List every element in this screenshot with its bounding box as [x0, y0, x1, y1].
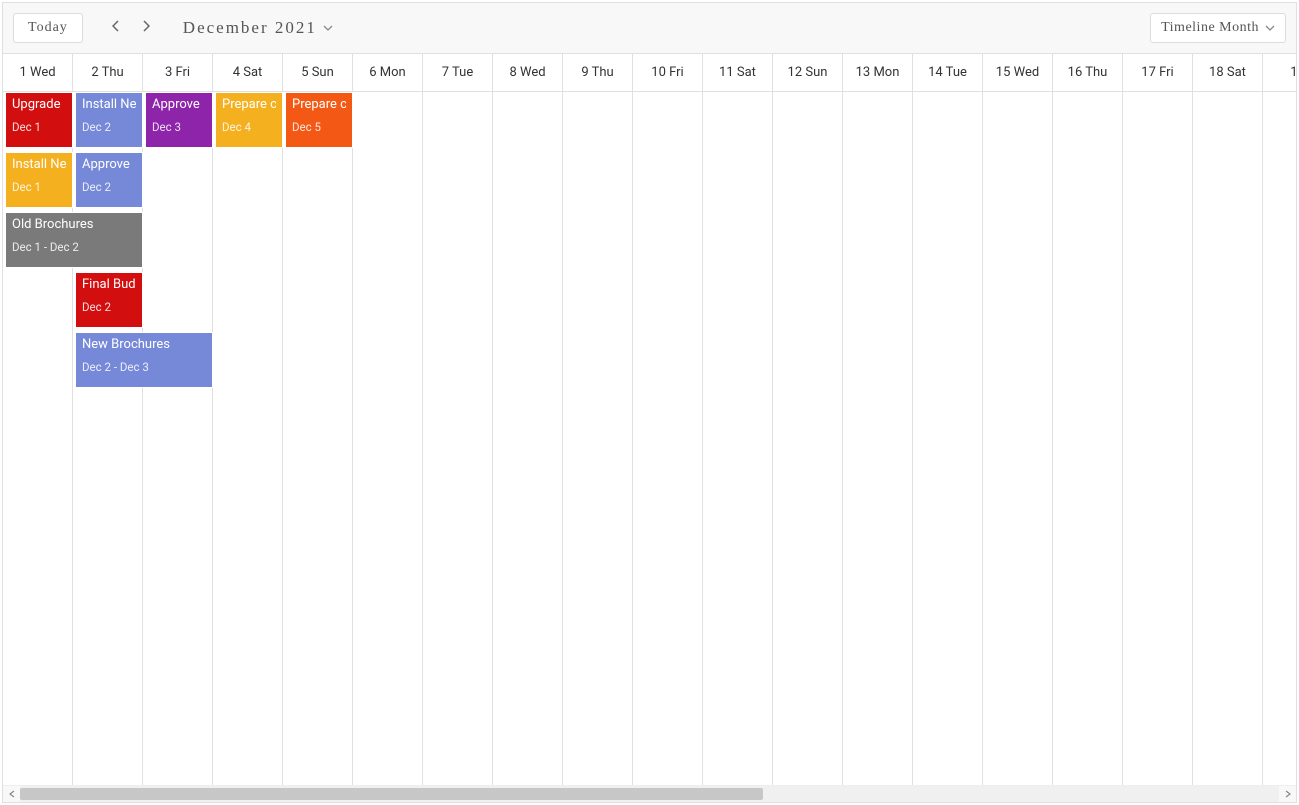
event[interactable]: Old Brochures Dec 1 - Dec 2	[5, 212, 143, 268]
event[interactable]: Install Ne Dec 1	[5, 152, 73, 208]
chevron-left-icon	[112, 20, 120, 36]
event-title: Install Ne	[82, 97, 136, 112]
events-layer: Upgrade Dec 1 Install Ne Dec 2 Approve Dec 3 P…	[3, 92, 1296, 785]
event-date: Dec 4	[222, 120, 276, 134]
column-header[interactable]: 6 Mon	[353, 54, 423, 91]
event-date: Dec 1	[12, 120, 66, 134]
scrollbar-thumb[interactable]	[20, 788, 763, 800]
column-header[interactable]: 7 Tue	[423, 54, 493, 91]
scroll-left-button[interactable]	[3, 786, 20, 803]
event-date: Dec 1	[12, 180, 66, 194]
event-title: Prepare c	[292, 97, 346, 112]
horizontal-scrollbar[interactable]	[3, 785, 1296, 802]
scrollbar-track[interactable]	[20, 786, 1279, 802]
date-header-label: December 2021	[183, 18, 317, 38]
column-header[interactable]: 5 Sun	[283, 54, 353, 91]
timeline-area: 1 Wed2 Thu3 Fri4 Sat5 Sun6 Mon7 Tue8 Wed…	[3, 54, 1296, 802]
chevron-down-icon	[323, 25, 333, 31]
event-date: Dec 2	[82, 120, 136, 134]
today-button[interactable]: Today	[13, 13, 83, 43]
event[interactable]: Install Ne Dec 2	[75, 92, 143, 148]
chevron-right-icon	[1285, 787, 1291, 802]
date-header[interactable]: December 2021	[183, 18, 333, 38]
prev-button[interactable]	[101, 13, 131, 43]
column-header[interactable]: 14 Tue	[913, 54, 983, 91]
column-header[interactable]: 4 Sat	[213, 54, 283, 91]
column-header[interactable]: 17 Fri	[1123, 54, 1193, 91]
chevron-down-icon	[1265, 25, 1275, 31]
column-header[interactable]: 3 Fri	[143, 54, 213, 91]
column-header[interactable]: 11 Sat	[703, 54, 773, 91]
column-header[interactable]: 18 Sat	[1193, 54, 1263, 91]
event[interactable]: Prepare c Dec 4	[215, 92, 283, 148]
column-header[interactable]: 8 Wed	[493, 54, 563, 91]
column-header[interactable]: 16 Thu	[1053, 54, 1123, 91]
chevron-right-icon	[142, 20, 150, 36]
view-switcher[interactable]: Timeline Month	[1150, 13, 1286, 43]
column-header[interactable]: 10 Fri	[633, 54, 703, 91]
column-header[interactable]: 1 Wed	[3, 54, 73, 91]
event[interactable]: New Brochures Dec 2 - Dec 3	[75, 332, 213, 388]
scheduler: Today December 2021 Timeline Month	[2, 2, 1297, 803]
column-header[interactable]: 19	[1263, 54, 1296, 91]
event-date: Dec 2	[82, 180, 136, 194]
event-title: Old Brochures	[12, 217, 136, 232]
next-button[interactable]	[131, 13, 161, 43]
event[interactable]: Upgrade Dec 1	[5, 92, 73, 148]
event-title: New Brochures	[82, 337, 206, 352]
event-date: Dec 5	[292, 120, 346, 134]
event-date: Dec 2	[82, 300, 136, 314]
view-switcher-label: Timeline Month	[1161, 20, 1259, 36]
column-header[interactable]: 9 Thu	[563, 54, 633, 91]
event-title: Approve	[82, 157, 136, 172]
scroll-right-button[interactable]	[1279, 786, 1296, 803]
event-date: Dec 1 - Dec 2	[12, 240, 136, 254]
event-date: Dec 2 - Dec 3	[82, 360, 206, 374]
event-title: Final Bud	[82, 277, 136, 292]
event[interactable]: Approve Dec 3	[145, 92, 213, 148]
event-title: Upgrade	[12, 97, 66, 112]
column-header[interactable]: 2 Thu	[73, 54, 143, 91]
event[interactable]: Final Bud Dec 2	[75, 272, 143, 328]
column-header[interactable]: 15 Wed	[983, 54, 1053, 91]
event[interactable]: Prepare c Dec 5	[285, 92, 353, 148]
event[interactable]: Approve Dec 2	[75, 152, 143, 208]
timeline-content[interactable]: Upgrade Dec 1 Install Ne Dec 2 Approve Dec 3 P…	[3, 92, 1296, 785]
event-title: Install Ne	[12, 157, 66, 172]
column-header-row: 1 Wed2 Thu3 Fri4 Sat5 Sun6 Mon7 Tue8 Wed…	[3, 54, 1296, 92]
toolbar: Today December 2021 Timeline Month	[3, 3, 1296, 54]
column-header[interactable]: 12 Sun	[773, 54, 843, 91]
event-title: Prepare c	[222, 97, 276, 112]
nav-buttons	[101, 13, 161, 43]
column-header[interactable]: 13 Mon	[843, 54, 913, 91]
event-date: Dec 3	[152, 120, 206, 134]
chevron-left-icon	[9, 787, 15, 802]
event-title: Approve	[152, 97, 206, 112]
